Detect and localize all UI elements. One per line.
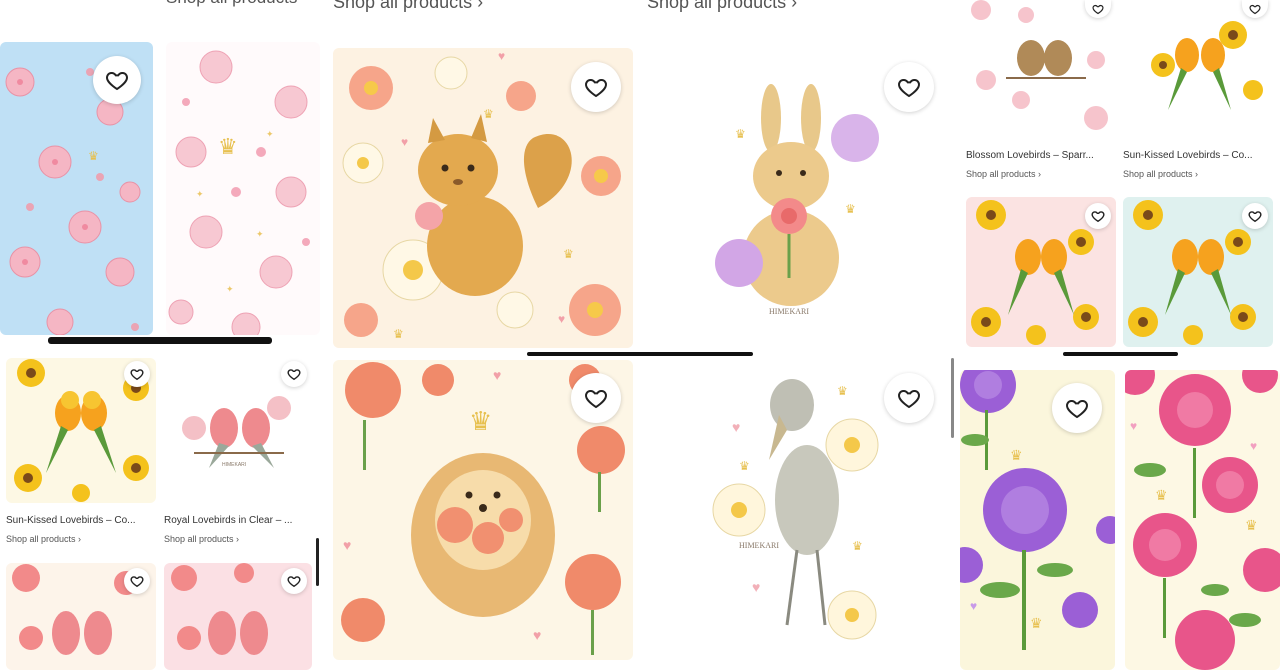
heart-icon [1091,211,1105,223]
svg-text:♥: ♥ [1130,419,1137,433]
svg-text:♛: ♛ [563,247,574,261]
favorite-heart-button[interactable] [1085,203,1111,229]
svg-text:♥: ♥ [498,49,505,63]
sunflower-lovebirds-illustration [1151,21,1263,110]
svg-text:♛: ♛ [852,539,863,553]
svg-text:✦: ✦ [266,129,274,139]
svg-text:♛: ♛ [1010,447,1023,463]
himekari-watermark: HIMEKARI [769,307,809,316]
sparrow-lovebirds-illustration [971,0,1108,130]
horizontal-scroll-indicator [48,337,272,344]
svg-text:♛: ♛ [88,149,99,163]
product-title[interactable]: Blossom Lovebirds – Sparr... [966,150,1116,161]
svg-text:♛: ♛ [739,459,750,473]
product-title[interactable]: Royal Lovebirds in Clear – ... [164,515,312,526]
favorite-heart-button[interactable] [93,56,141,104]
favorite-heart-button[interactable] [571,373,621,423]
product-image-pink-roses[interactable]: ♛ ♛ ♥ ♥ [1125,370,1280,670]
product-image-white-sakura[interactable]: ♛ ✦ ✦ ✦ ✦ [166,42,320,335]
shop-all-products-link[interactable]: Shop all products › [164,534,239,544]
himekari-watermark: HIMEKARI [739,541,779,550]
heart-icon [130,369,144,381]
heart-icon [585,78,607,98]
product-image-sunkissed-lovebirds-right[interactable] [1123,0,1273,138]
heart-icon [130,576,144,588]
favorite-heart-button[interactable] [124,361,150,387]
svg-text:♛: ♛ [1245,517,1258,533]
product-title[interactable]: Sun-Kissed Lovebirds – Co... [1123,150,1273,161]
svg-text:♥: ♥ [343,537,351,553]
heart-icon [898,78,920,98]
favorite-heart-button[interactable] [1052,383,1102,433]
svg-text:♛: ♛ [218,134,238,159]
svg-text:♥: ♥ [558,312,565,326]
favorite-heart-button[interactable] [281,361,307,387]
shop-all-link-2[interactable]: Shop all products [166,0,297,8]
shop-all-link-3[interactable]: Shop all products › [333,0,483,13]
heart-icon [287,576,301,588]
svg-text:♛: ♛ [483,107,494,121]
svg-text:♥: ♥ [752,579,760,595]
svg-text:✦: ✦ [226,284,234,294]
favorite-heart-button[interactable] [884,62,934,112]
horizontal-scroll-indicator [1063,352,1178,356]
heart-icon [106,71,128,91]
svg-text:♛: ♛ [469,406,492,436]
heart-icon [898,389,920,409]
favorite-heart-button[interactable] [1242,203,1268,229]
svg-text:♥: ♥ [1250,439,1257,453]
svg-text:♥: ♥ [732,419,740,435]
svg-text:♛: ♛ [1155,487,1168,503]
shop-all-link-4[interactable]: Shop all products › [647,0,797,13]
heart-icon [1092,4,1104,15]
horizontal-scroll-indicator [527,352,753,356]
svg-text:✦: ✦ [256,229,264,239]
favorite-heart-button[interactable] [124,568,150,594]
svg-text:♥: ♥ [970,599,977,613]
sakura-white-pattern-illustration: ♛ ✦ ✦ ✦ ✦ [168,50,310,335]
product-image-blossom-lovebirds[interactable] [966,0,1116,138]
svg-text:♛: ♛ [1030,615,1043,631]
svg-text:♛: ♛ [845,202,856,216]
favorite-heart-button[interactable] [281,568,307,594]
pink-roses-pattern-illustration: ♛ ♛ ♥ ♥ [1125,370,1280,670]
shop-all-products-link[interactable]: Shop all products › [966,169,1041,179]
himekari-watermark: HIMEKARI [222,462,246,468]
heart-icon [1249,4,1261,15]
shop-all-products-link[interactable]: Shop all products › [1123,169,1198,179]
heart-icon [287,369,301,381]
favorite-heart-button[interactable] [884,373,934,423]
product-title[interactable]: Sun-Kissed Lovebirds – Co... [6,515,156,526]
svg-text:♥: ♥ [493,367,501,383]
heart-icon [1066,399,1088,419]
shop-all-products-link[interactable]: Shop all products › [6,534,81,544]
svg-text:♛: ♛ [735,127,746,141]
svg-text:✦: ✦ [196,189,204,199]
svg-text:♛: ♛ [837,384,848,398]
heart-icon [585,389,607,409]
favorite-heart-button[interactable] [571,62,621,112]
svg-text:♛: ♛ [393,327,404,341]
svg-text:♥: ♥ [401,135,408,149]
heart-icon [1248,211,1262,223]
svg-text:♥: ♥ [533,627,541,643]
vertical-scrollbar[interactable] [951,358,954,438]
vertical-scrollbar[interactable] [316,538,319,586]
